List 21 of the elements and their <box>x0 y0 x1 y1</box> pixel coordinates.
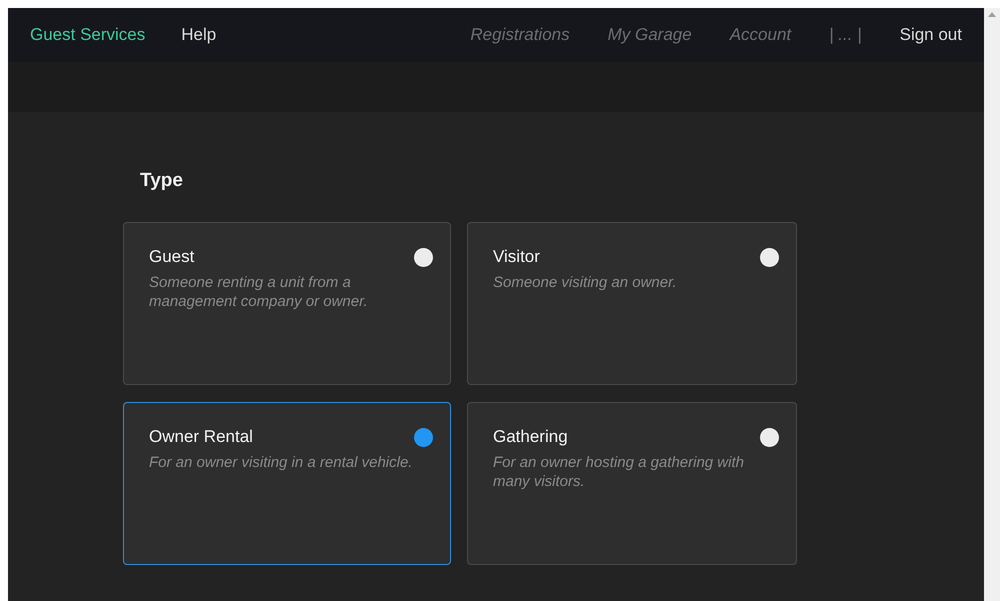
option-description: Someone visiting an owner. <box>493 273 678 292</box>
section-title: Type <box>140 170 184 192</box>
option-card[interactable]: Gathering For an owner hosting a gathering with many visitors. <box>467 402 797 565</box>
option-title: Guest <box>149 247 194 267</box>
option-description: For an owner visiting in a rental vehicle. <box>149 453 414 472</box>
radio-dot[interactable] <box>414 248 433 266</box>
radio-dot[interactable] <box>760 428 779 446</box>
option-description: Someone renting a unit from a management company or owner. <box>149 273 369 311</box>
option-card[interactable]: Owner Rental For an owner visiting in a rental vehicle. <box>123 402 451 565</box>
option-description: For an owner hosting a gathering with many visitors. <box>493 453 745 491</box>
nav-link[interactable]: Sign out <box>900 25 962 45</box>
option-title: Owner Rental <box>149 427 253 447</box>
option-title: Visitor <box>493 247 540 267</box>
scrollbar[interactable] <box>984 8 1000 601</box>
option-card[interactable]: Guest Someone renting a unit from a management company or owner. <box>123 222 451 385</box>
option-card[interactable]: Visitor Someone visiting an owner. <box>467 222 797 385</box>
option-title: Gathering <box>493 427 568 447</box>
radio-dot[interactable] <box>760 248 779 266</box>
radio-dot[interactable] <box>414 428 433 446</box>
nav-link[interactable]: Help <box>181 25 216 45</box>
brand-link[interactable]: Guest Services <box>30 25 146 45</box>
